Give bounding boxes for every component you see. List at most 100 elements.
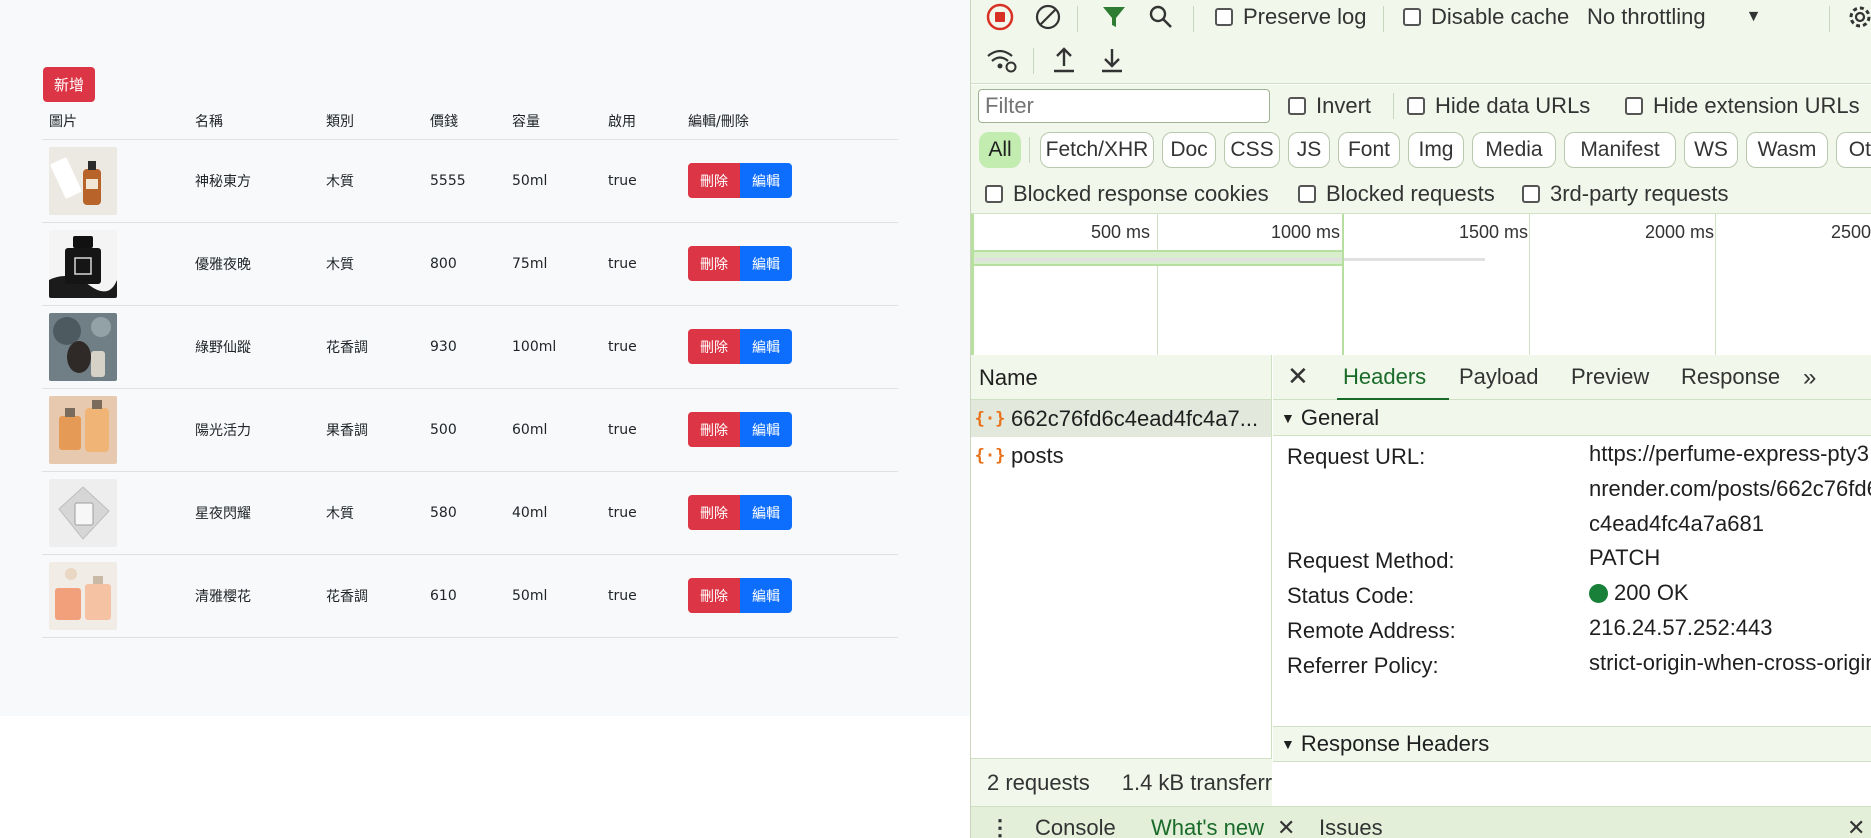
type-filter-js[interactable]: JS (1288, 132, 1330, 168)
type-filter-other[interactable]: Other (1836, 132, 1871, 168)
product-table: 圖片 名稱 類別 價錢 容量 啟用 編輯/刪除 神秘東方 木質 5555 50m… (42, 104, 898, 638)
filter-bar: Invert Hide data URLs Hide extension URL… (971, 85, 1871, 213)
edit-button[interactable]: 編輯 (740, 412, 792, 447)
delete-button[interactable]: 刪除 (688, 495, 740, 530)
edit-button[interactable]: 編輯 (740, 495, 792, 530)
table-row: 星夜閃耀 木質 580 40ml true 刪除 編輯 (42, 471, 898, 555)
product-category: 木質 (319, 139, 423, 223)
product-actions: 刪除 編輯 (681, 222, 898, 306)
tab-preview[interactable]: Preview (1571, 364, 1649, 390)
type-filter-media[interactable]: Media (1472, 132, 1556, 168)
add-product-button[interactable]: 新增 (43, 67, 95, 102)
drawer-tab-issues[interactable]: Issues (1319, 815, 1383, 838)
chevron-down-icon: ▼ (1745, 8, 1762, 25)
product-volume: 75ml (505, 222, 601, 306)
timeline-tick-label: 2000 ms (1645, 222, 1715, 242)
details-tabbar: ✕ Headers Payload Preview Response » (1273, 355, 1871, 400)
column-name: 名稱 (188, 104, 319, 140)
delete-button[interactable]: 刪除 (688, 412, 740, 447)
timeline-tick-label: 500 ms (1091, 222, 1151, 242)
general-section-header[interactable]: ▼ General (1273, 400, 1871, 436)
tab-headers[interactable]: Headers (1343, 364, 1426, 390)
upload-icon[interactable] (1049, 44, 1079, 76)
product-category: 花香調 (319, 305, 423, 389)
product-image (49, 478, 117, 547)
drawer-tab-console[interactable]: Console (1035, 815, 1116, 838)
table-header-row: 圖片 名稱 類別 價錢 容量 啟用 編輯/刪除 (42, 104, 898, 140)
close-drawer-icon[interactable]: ✕ (1847, 815, 1865, 838)
type-filter-css[interactable]: CSS (1224, 132, 1280, 168)
type-filter-fetch-xhr[interactable]: Fetch/XHR (1040, 132, 1154, 168)
type-filter-ws[interactable]: WS (1684, 132, 1738, 168)
product-name: 清雅櫻花 (188, 554, 319, 638)
hide-data-urls-checkbox[interactable]: Hide data URLs (1407, 91, 1590, 121)
product-image-cell (42, 139, 188, 223)
request-row-selected[interactable]: {·} 662c76fd6c4ead4fc4a7... (971, 400, 1271, 437)
network-toolbar: Preserve log Disable cache No throttling… (971, 0, 1871, 38)
product-category: 果香調 (319, 388, 423, 472)
devtools-network-panel: Preserve log Disable cache No throttling… (970, 0, 1871, 838)
name-column-header[interactable]: Name (971, 355, 1271, 400)
close-icon[interactable]: ✕ (1287, 361, 1309, 392)
throttling-select[interactable]: No throttling ▼ (1587, 2, 1761, 32)
delete-button[interactable]: 刪除 (688, 246, 740, 281)
timeline-overview[interactable]: 500 ms 1000 ms 1500 ms 2000 ms 2500 (971, 213, 1871, 356)
product-name: 神秘東方 (188, 139, 319, 223)
referrer-policy-value: strict-origin-when-cross-origin (1589, 650, 1871, 675)
preserve-log-checkbox[interactable]: Preserve log (1215, 2, 1367, 32)
drawer-menu-icon[interactable]: ⋮ (989, 815, 1011, 838)
product-name: 陽光活力 (188, 388, 319, 472)
timeline-tick-label: 1000 ms (1271, 222, 1341, 242)
disable-cache-checkbox[interactable]: Disable cache (1403, 2, 1569, 32)
column-image: 圖片 (42, 104, 188, 140)
search-icon[interactable] (1146, 2, 1176, 32)
delete-button[interactable]: 刪除 (688, 163, 740, 198)
third-party-requests-checkbox[interactable]: 3rd-party requests (1522, 179, 1729, 209)
table-row: 綠野仙蹤 花香調 930 100ml true 刪除 編輯 (42, 305, 898, 389)
clear-icon[interactable] (1033, 2, 1063, 32)
gear-icon[interactable] (1845, 2, 1871, 32)
type-filter-wasm[interactable]: Wasm (1746, 132, 1828, 168)
more-tabs-icon[interactable]: » (1803, 364, 1816, 392)
type-filter-all[interactable]: All (979, 132, 1021, 168)
close-icon[interactable]: ✕ (1277, 815, 1295, 838)
tab-response[interactable]: Response (1681, 364, 1780, 390)
product-price: 800 (423, 222, 505, 306)
tab-payload[interactable]: Payload (1459, 364, 1539, 390)
type-filter-font[interactable]: Font (1338, 132, 1400, 168)
invert-checkbox[interactable]: Invert (1288, 91, 1371, 121)
edit-button[interactable]: 編輯 (740, 578, 792, 613)
delete-button[interactable]: 刪除 (688, 578, 740, 613)
blocked-requests-checkbox[interactable]: Blocked requests (1298, 179, 1495, 209)
type-filter-doc[interactable]: Doc (1162, 132, 1216, 168)
product-category: 木質 (319, 222, 423, 306)
product-category: 花香調 (319, 554, 423, 638)
download-icon[interactable] (1097, 44, 1127, 76)
filter-input[interactable] (978, 89, 1270, 123)
hide-extension-urls-checkbox[interactable]: Hide extension URLs (1625, 91, 1860, 121)
general-section: Request URL: https://perfume-express-pty… (1273, 436, 1871, 726)
product-volume: 50ml (505, 554, 601, 638)
type-filter-img[interactable]: Img (1408, 132, 1464, 168)
product-price: 610 (423, 554, 505, 638)
product-image (49, 146, 117, 215)
remote-address-key: Remote Address: (1287, 618, 1456, 643)
response-headers-section-header[interactable]: ▼ Response Headers (1273, 726, 1871, 762)
column-category: 類別 (319, 104, 423, 140)
table-row: 優雅夜晚 木質 800 75ml true 刪除 編輯 (42, 222, 898, 306)
edit-button[interactable]: 編輯 (740, 163, 792, 198)
product-actions: 刪除 編輯 (681, 139, 898, 223)
delete-button[interactable]: 刪除 (688, 329, 740, 364)
type-filter-manifest[interactable]: Manifest (1564, 132, 1676, 168)
drawer-tab-whats-new[interactable]: What's new (1151, 815, 1264, 838)
edit-button[interactable]: 編輯 (740, 329, 792, 364)
filter-icon[interactable] (1099, 2, 1129, 32)
product-enabled: true (601, 554, 681, 638)
edit-button[interactable]: 編輯 (740, 246, 792, 281)
product-image (49, 561, 117, 630)
stop-recording-icon[interactable] (985, 2, 1015, 32)
request-row[interactable]: {·} posts (971, 437, 1271, 474)
network-conditions-icon[interactable] (985, 44, 1019, 76)
product-image-cell (42, 222, 188, 306)
blocked-response-cookies-checkbox[interactable]: Blocked response cookies (985, 179, 1269, 209)
